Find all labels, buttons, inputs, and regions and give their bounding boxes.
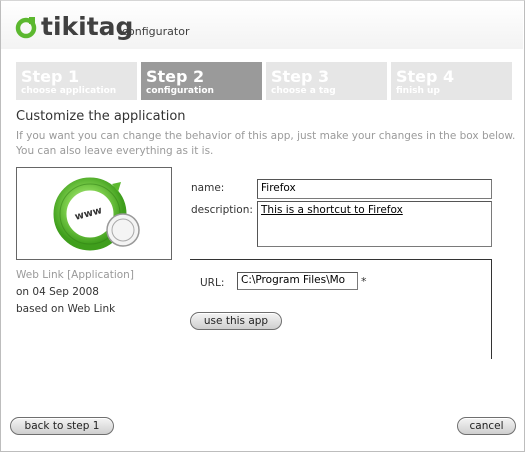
url-field[interactable]: C:\Program Files\Mo	[237, 272, 358, 290]
app-based-on: based on Web Link	[16, 303, 116, 315]
www-globe-icon: www	[53, 177, 140, 251]
name-label: name:	[191, 182, 225, 194]
url-label: URL:	[200, 277, 225, 289]
svg-text:www: www	[74, 205, 104, 223]
step-4-title: Step 4	[396, 67, 455, 86]
app-name: Web Link [Application]	[16, 269, 134, 281]
step-4-subtitle: finish up	[396, 86, 440, 96]
step-1-subtitle: choose application	[21, 86, 117, 96]
back-to-step-1-button[interactable]: back to step 1	[10, 417, 114, 435]
use-this-app-button[interactable]: use this app	[190, 312, 282, 330]
cancel-button[interactable]: cancel	[457, 417, 516, 435]
step-2-title: Step 2	[146, 67, 205, 86]
name-field[interactable]: Firefox	[257, 179, 492, 199]
step-3-subtitle: choose a tag	[271, 86, 336, 96]
app-date: on 04 Sep 2008	[16, 286, 99, 298]
tikitag-logo-icon	[15, 17, 37, 39]
step-3: Step 3 choose a tag	[266, 62, 387, 100]
logo-text: tikitag	[41, 12, 134, 41]
step-2-subtitle: configuration	[146, 86, 214, 96]
step-2: Step 2 configuration	[141, 62, 262, 100]
app-preview-image: www	[16, 167, 172, 260]
description-field[interactable]: This is a shortcut to Firefox	[257, 201, 492, 247]
step-3-title: Step 3	[271, 67, 330, 86]
url-required-marker: *	[361, 275, 367, 288]
step-4: Step 4 finish up	[391, 62, 512, 100]
header: tikitag configurator	[1, 1, 523, 49]
step-1[interactable]: Step 1 choose application	[16, 62, 137, 100]
logo-subtitle: configurator	[122, 25, 190, 38]
intro-text: If you want you can change the behavior …	[16, 130, 516, 157]
description-label: description:	[191, 204, 253, 216]
page-title: Customize the application	[16, 109, 186, 124]
step-1-title: Step 1	[21, 67, 80, 86]
